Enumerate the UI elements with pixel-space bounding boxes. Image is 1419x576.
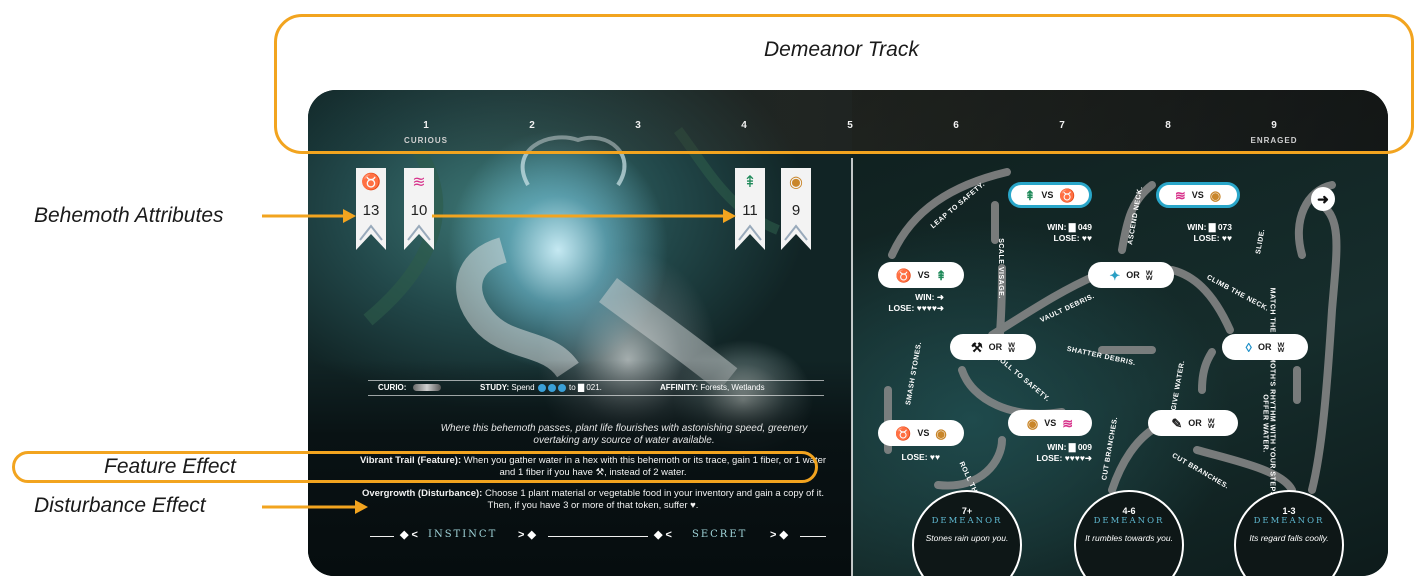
annotation-arrows [262, 209, 736, 514]
